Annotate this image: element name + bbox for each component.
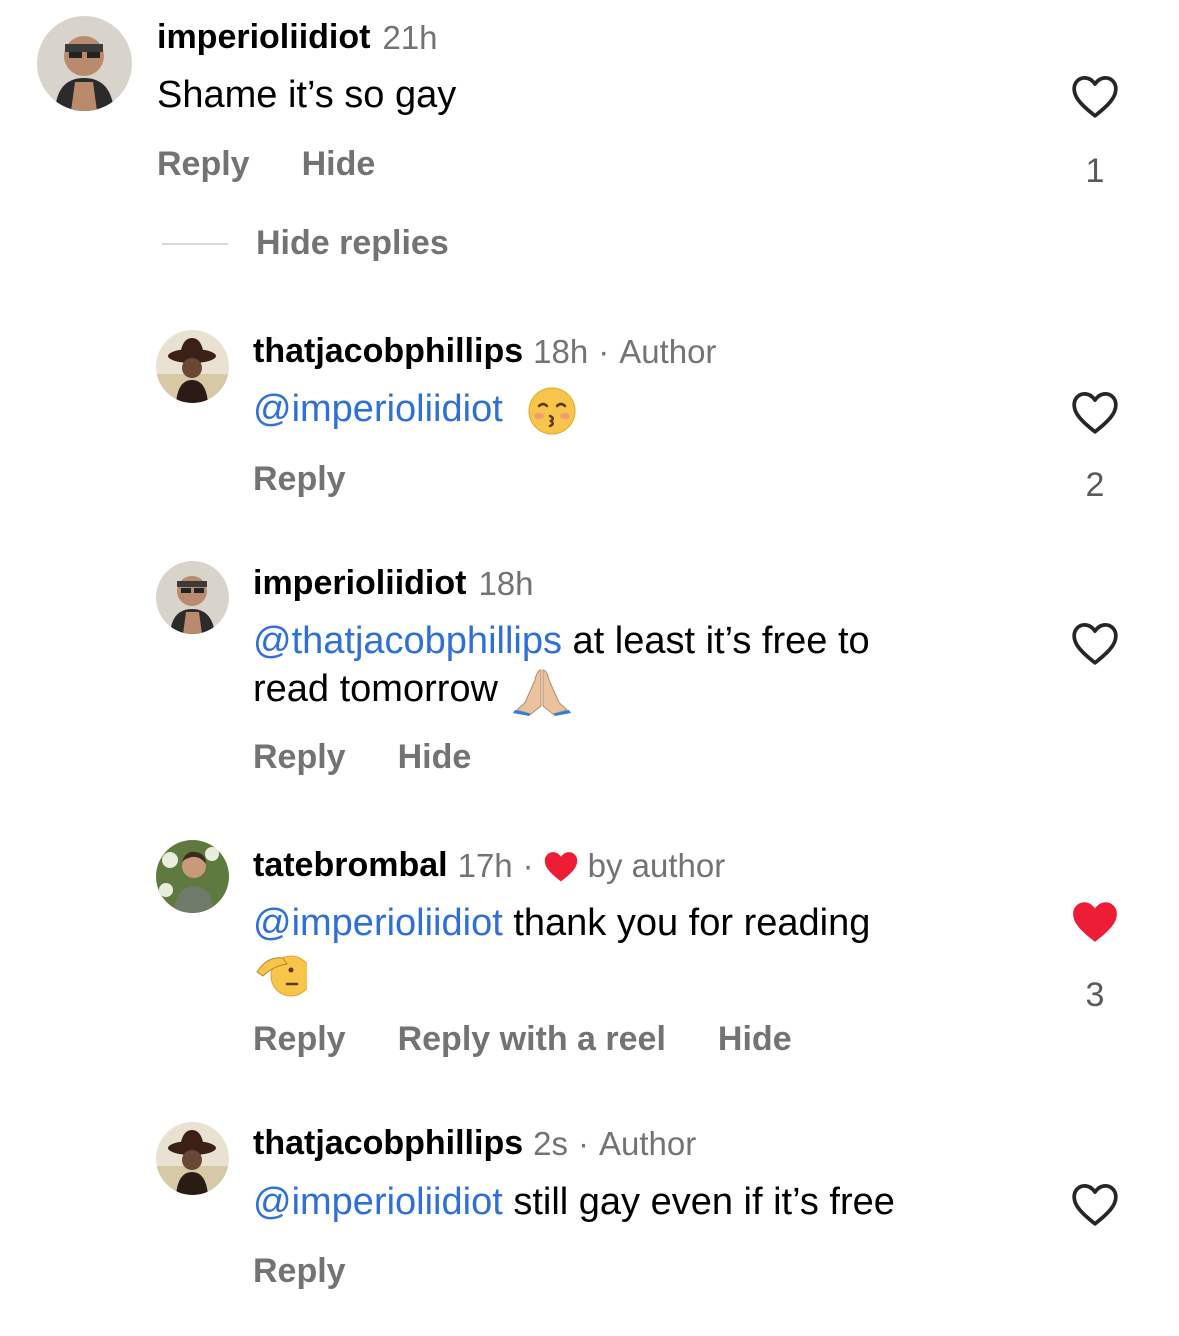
folded-hands-emoji — [512, 666, 571, 716]
reply-button[interactable]: Reply — [253, 738, 346, 777]
hide-button[interactable]: Hide — [302, 145, 376, 184]
avatar[interactable] — [37, 16, 132, 111]
hide-replies-button[interactable]: Hide replies — [256, 224, 449, 263]
avatar[interactable] — [156, 330, 229, 403]
replies-divider — [162, 243, 228, 245]
comment-text: @thatjacobphillips at least it’s free to… — [253, 617, 1013, 716]
reply-button[interactable]: Reply — [253, 1252, 346, 1291]
comment-text: @imperioliidiot still gay even if it’s f… — [253, 1178, 895, 1226]
saluting-face-emoji — [253, 948, 311, 998]
kissing-face-emoji — [527, 386, 577, 436]
comment-username[interactable]: imperioliidiot — [253, 564, 466, 603]
liked-heart-icon[interactable] — [1070, 898, 1120, 944]
mention-link[interactable]: @imperioliidiot — [253, 902, 503, 944]
meta-separator: · — [522, 846, 534, 884]
reply-button[interactable]: Reply — [157, 145, 250, 184]
author-badge: Author — [598, 1124, 697, 1162]
comment-username[interactable]: thatjacobphillips — [253, 1124, 523, 1163]
like-heart-icon[interactable] — [1070, 1181, 1120, 1227]
author-badge: Author — [619, 332, 717, 370]
hide-button[interactable]: Hide — [398, 738, 472, 777]
comment-time: 21h — [382, 18, 438, 56]
comment-text-line1: at least it’s free to — [561, 620, 870, 662]
avatar[interactable] — [156, 1122, 229, 1195]
comment-username[interactable]: thatjacobphillips — [253, 332, 523, 371]
reply-button[interactable]: Reply — [253, 460, 346, 499]
comment-text: @imperioliidiot thank you for reading — [253, 899, 1013, 998]
comment-time: 17h — [457, 846, 513, 884]
meta-separator: · — [598, 332, 610, 370]
avatar[interactable] — [156, 840, 229, 913]
comment-text-content: still gay even if it’s free — [502, 1181, 895, 1223]
like-heart-icon[interactable] — [1070, 389, 1120, 435]
comment-username[interactable]: tatebrombal — [253, 846, 448, 885]
liked-by-author-badge: by author — [587, 846, 726, 884]
comment-time: 18h — [533, 332, 589, 370]
mention-link[interactable]: @imperioliidiot — [253, 1181, 503, 1223]
like-count: 2 — [1085, 466, 1105, 504]
meta-separator: · — [577, 1124, 589, 1162]
avatar[interactable] — [156, 561, 229, 634]
mention-link[interactable]: @thatjacobphillips — [253, 620, 562, 662]
comment-username[interactable]: imperioliidiot — [157, 18, 370, 57]
like-heart-icon[interactable] — [1070, 620, 1120, 666]
comment-text-content: thank you for reading — [502, 902, 871, 944]
hide-button[interactable]: Hide — [718, 1020, 792, 1059]
comment-text: Shame it’s so gay — [157, 71, 456, 119]
comment-text-line2: read tomorrow — [253, 668, 509, 710]
reply-with-reel-button[interactable]: Reply with a reel — [398, 1020, 666, 1059]
mention-link[interactable]: @imperioliidiot — [253, 388, 503, 430]
like-count: 3 — [1085, 976, 1105, 1014]
like-count: 1 — [1085, 152, 1105, 190]
comment-text-content: Shame it’s so gay — [157, 74, 457, 116]
like-heart-icon[interactable] — [1070, 73, 1120, 119]
comment-text: @imperioliidiot — [253, 385, 577, 436]
reply-button[interactable]: Reply — [253, 1020, 346, 1059]
comment-time: 2s — [533, 1124, 568, 1162]
comment-time: 18h — [478, 564, 534, 602]
red-heart-icon — [542, 849, 580, 883]
